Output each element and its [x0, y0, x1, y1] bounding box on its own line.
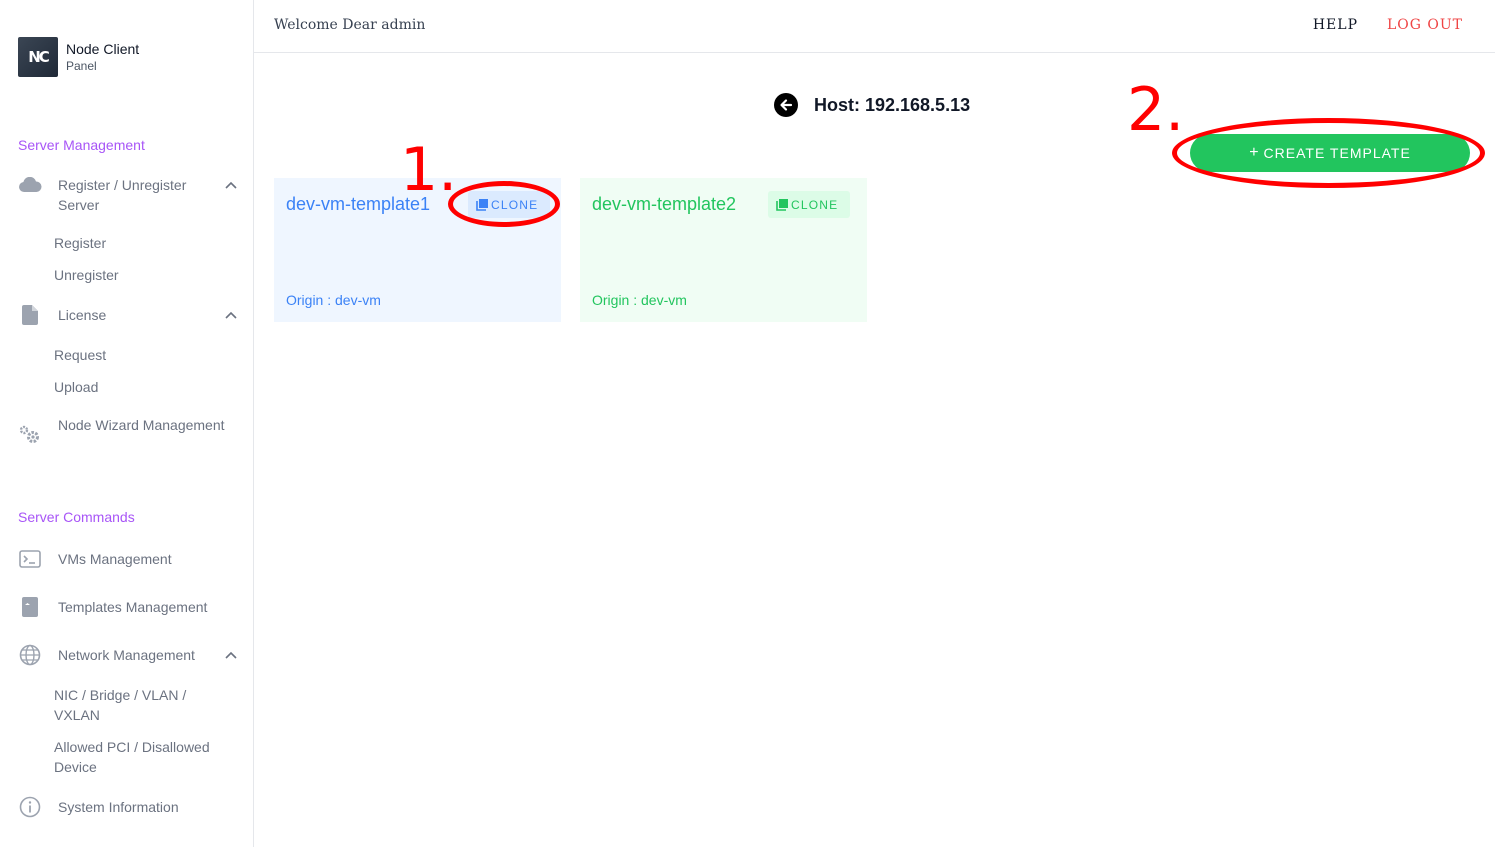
sidebar-subitem-request[interactable]: Request [54, 345, 234, 365]
sidebar-subitem-upload[interactable]: Upload [54, 377, 234, 397]
section-title-server-commands: Server Commands [18, 509, 135, 525]
logout-link[interactable]: LOG OUT [1387, 17, 1463, 33]
back-arrow-icon[interactable] [774, 93, 798, 117]
sidebar-item-templates-management[interactable]: Templates Management [18, 597, 238, 617]
sidebar-subitem-nic-bridge-vlan[interactable]: NIC / Bridge / VLAN / VXLAN [54, 685, 234, 725]
sidebar-subitem-allowed-pci[interactable]: Allowed PCI / Disallowed Device [54, 737, 234, 777]
page-title: Host: 192.168.5.13 [814, 94, 971, 115]
info-icon [18, 796, 42, 818]
top-header: Welcome Dear admin HELP LOG OUT [254, 0, 1495, 53]
template-origin: Origin : dev-vm [592, 292, 687, 308]
cloud-icon [18, 175, 42, 195]
app-root: NC Node Client Panel Server Management R… [0, 0, 1495, 847]
copy-icon [776, 198, 788, 211]
sidebar-item-vms-management[interactable]: VMs Management [18, 549, 238, 569]
sidebar-subitem-register[interactable]: Register [54, 233, 234, 253]
annotation-ring-create [1172, 118, 1485, 188]
template-name[interactable]: dev-vm-template2 [592, 194, 736, 215]
sidebar-item-license[interactable]: License [18, 305, 238, 325]
annotation-step-1: 1. [400, 135, 458, 205]
sidebar: NC Node Client Panel Server Management R… [0, 0, 254, 847]
globe-icon [18, 644, 42, 666]
host-heading: Host: 192.168.5.13 [774, 93, 970, 117]
help-link[interactable]: HELP [1313, 17, 1358, 33]
sidebar-item-node-wizard[interactable]: Node Wizard Management [18, 415, 238, 455]
brand-title: Node Client [66, 41, 140, 57]
sidebar-item-label: VMs Management [58, 551, 172, 567]
sidebar-item-network-management[interactable]: Network Management [18, 644, 238, 666]
document-icon [18, 305, 42, 325]
welcome-text: Welcome Dear admin [274, 17, 426, 33]
sidebar-item-label: System Information [58, 799, 179, 815]
sidebar-subitem-unregister[interactable]: Unregister [54, 265, 234, 285]
sidebar-item-label: License [58, 307, 107, 323]
chevron-up-icon[interactable] [224, 305, 238, 325]
chevron-up-icon[interactable] [224, 175, 238, 195]
brand[interactable]: NC Node Client Panel [18, 37, 139, 77]
brand-logo: NC [18, 37, 58, 77]
sidebar-item-register-unregister[interactable]: Register / Unregister Server [18, 175, 238, 215]
clone-button[interactable]: CLONE [768, 191, 851, 218]
brand-subtitle: Panel [66, 59, 97, 73]
clone-label: CLONE [791, 197, 839, 212]
terminal-icon [18, 549, 42, 569]
sidebar-item-system-information[interactable]: System Information [18, 796, 238, 818]
annotation-ring-clone [448, 181, 560, 227]
annotation-step-2: 2. [1127, 75, 1185, 145]
sidebar-item-label: Node Wizard Management [58, 417, 225, 433]
sidebar-item-label: Network Management [58, 647, 195, 663]
section-title-server-management: Server Management [18, 137, 145, 153]
gears-icon [18, 415, 42, 455]
template-origin: Origin : dev-vm [286, 292, 381, 308]
template-card: dev-vm-template2 CLONE Origin : dev-vm [580, 178, 867, 322]
book-icon [18, 597, 42, 617]
sidebar-item-label: Templates Management [58, 599, 208, 615]
sidebar-item-label: Register / Unregister Server [58, 177, 187, 213]
brand-text: Node Client Panel [66, 40, 139, 74]
chevron-up-icon[interactable] [224, 645, 238, 665]
